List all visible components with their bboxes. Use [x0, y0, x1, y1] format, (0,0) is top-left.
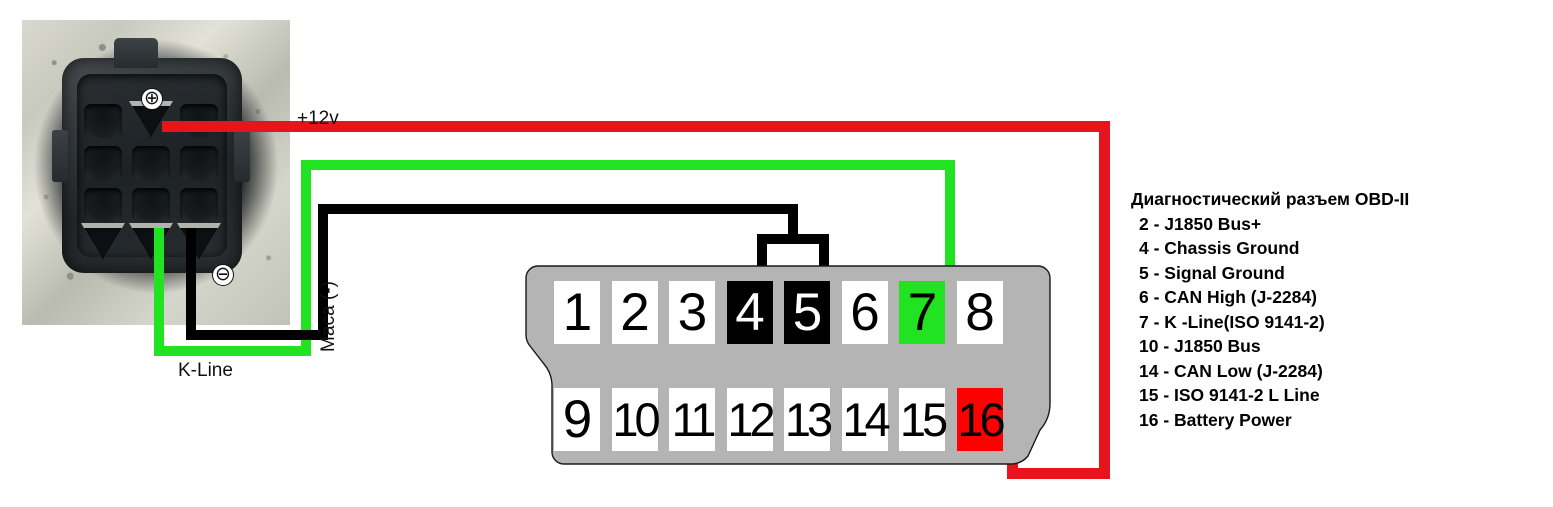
wire-kline-horizontal-bottom	[154, 346, 311, 356]
legend-row: 10 - J1850 Bus	[1139, 336, 1261, 356]
obd2-pin-15[interactable]: 15	[899, 388, 948, 451]
obd2-pin-14[interactable]: 14	[841, 388, 891, 451]
label-power: +12v	[297, 108, 339, 129]
legend-row: 7 - K -Line(ISO 9141-2)	[1139, 311, 1325, 332]
wiring-diagram-canvas: ⊕ ⊖ +12v Маса (-) K-Line 12345678 9 10 11…	[0, 0, 1553, 507]
wire-ground-vertical-left	[186, 228, 196, 338]
legend-row: 6 - CAN High (J-2284)	[1139, 287, 1317, 307]
obd2-pin-13[interactable]: 13	[784, 388, 833, 451]
legend-row: 14 - CAN Low (J-2284)	[1139, 360, 1323, 381]
legend-row: 15 - ISO 9141-2 L Line	[1139, 385, 1320, 405]
legend: Диагностический разъем OBD-II 2 - J1850 …	[1131, 187, 1409, 432]
obd2-pin-4[interactable]: 4	[726, 281, 773, 344]
plus-polarity-icon: ⊕	[141, 88, 163, 110]
obd2-pin-9[interactable]: 9	[554, 388, 600, 451]
obd2-pin-3[interactable]: 3	[669, 281, 715, 344]
obd2-pin-5[interactable]: 5	[784, 281, 830, 344]
wire-ground-horizontal-bottom	[186, 330, 328, 340]
legend-rows: 2 - J1850 Bus+ 4 - Chassis Ground 5 - Si…	[1131, 212, 1409, 433]
legend-row: 5 - Signal Ground	[1139, 262, 1285, 283]
obd2-pin-1[interactable]: 1	[554, 281, 600, 344]
obd2-pin-16[interactable]: 16	[956, 388, 1006, 451]
wire-kline-horizontal-top	[301, 160, 955, 170]
cavity-triangle-icon	[132, 228, 170, 260]
wire-ground-horizontal-top	[318, 204, 798, 214]
legend-row: 4 - Chassis Ground	[1139, 238, 1300, 258]
wire-kline-vertical-riser	[301, 160, 311, 352]
obd2-pin-7[interactable]: 7	[899, 281, 945, 344]
legend-row: 2 - J1850 Bus+	[1139, 213, 1262, 234]
cavity-r4c1	[81, 223, 125, 260]
connector-ear-left	[52, 130, 68, 182]
cavity-r2c1	[84, 146, 122, 180]
cavity-r2c3	[180, 146, 218, 180]
cavity-r3c3	[180, 188, 218, 222]
obd2-connector: 12345678 9 10 11 12 13 14 15 16	[524, 264, 1052, 474]
obd2-pin-11[interactable]: 11	[669, 388, 716, 451]
label-ground: Маса (-)	[318, 281, 339, 352]
cavity-r2c2	[132, 146, 170, 180]
wire-power-vertical-right	[1099, 121, 1110, 479]
wire-kline-vertical-left	[154, 228, 164, 356]
legend-row: 16 - Battery Power	[1139, 409, 1292, 430]
connector-latch-tab	[114, 38, 158, 68]
connector-ear-right	[234, 130, 250, 182]
obd2-pin-10[interactable]: 10	[611, 388, 661, 451]
obd2-pin-6[interactable]: 6	[841, 281, 888, 344]
cavity-r4c2-kline	[129, 223, 173, 260]
obd2-pin-2[interactable]: 2	[611, 281, 658, 344]
cavity-r3c1	[84, 188, 122, 222]
minus-polarity-icon: ⊖	[212, 264, 234, 286]
cavity-r1c1	[84, 104, 122, 138]
label-kline: K-Line	[178, 360, 233, 381]
obd2-pin-12[interactable]: 12	[726, 388, 776, 451]
legend-title: Диагностический разъем OBD-II	[1131, 189, 1410, 209]
cavity-r3c2	[132, 188, 170, 222]
obd2-pin-8[interactable]: 8	[956, 281, 1003, 344]
cavity-triangle-icon	[84, 228, 122, 260]
